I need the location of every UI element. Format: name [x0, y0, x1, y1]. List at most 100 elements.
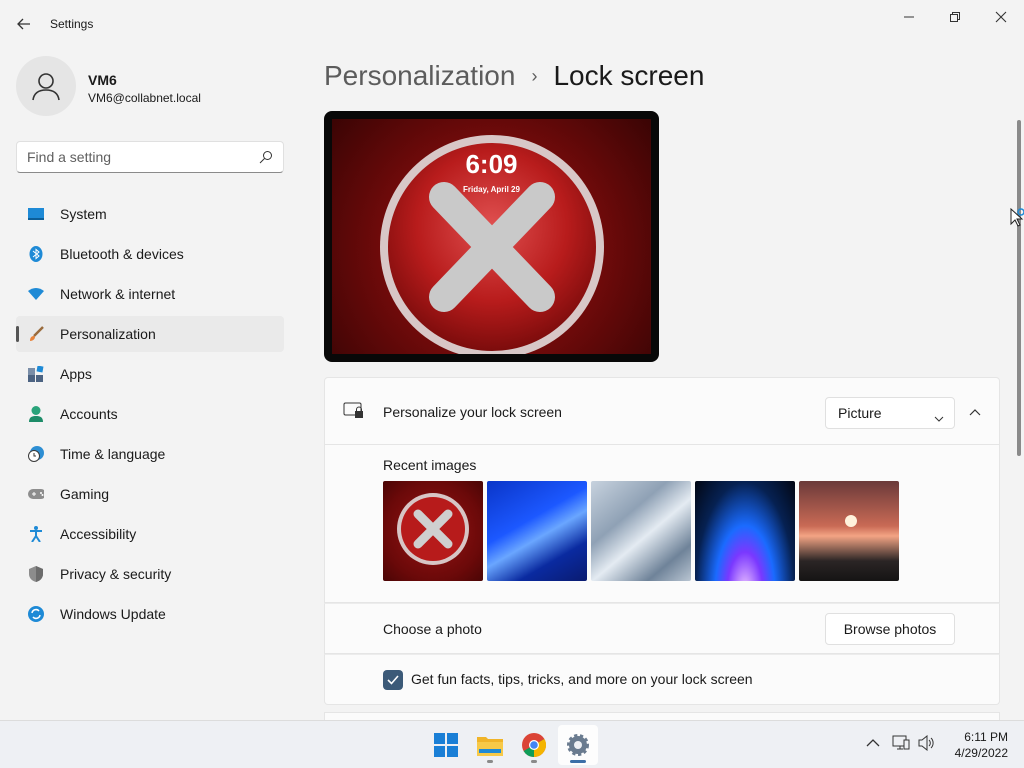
- sidebar-item-accessibility[interactable]: Accessibility: [16, 516, 284, 552]
- search-icon[interactable]: [259, 150, 273, 167]
- windows-start-icon: [434, 733, 458, 757]
- file-explorer-button[interactable]: [470, 725, 510, 765]
- wifi-icon: [28, 286, 44, 302]
- sidebar-item-windows-update[interactable]: Windows Update: [16, 596, 284, 632]
- chevron-up-icon[interactable]: [866, 735, 880, 751]
- sidebar-item-bluetooth[interactable]: Bluetooth & devices: [16, 236, 284, 272]
- user-profile[interactable]: VM6 VM6@collabnet.local: [16, 56, 296, 116]
- sun-icon: [845, 515, 857, 527]
- preview-date: Friday, April 29: [463, 185, 520, 194]
- mouse-cursor-icon: [1010, 207, 1024, 231]
- preview-image: 6:09 Friday, April 29: [332, 119, 651, 354]
- sidebar-item-privacy-security[interactable]: Privacy & security: [16, 556, 284, 592]
- lock-screen-type-dropdown[interactable]: Picture: [825, 397, 955, 429]
- back-arrow-icon: [17, 18, 30, 30]
- sidebar-item-label: Accounts: [60, 406, 118, 422]
- network-icon[interactable]: [892, 735, 910, 754]
- search-input[interactable]: [17, 142, 247, 172]
- accessibility-icon: [28, 526, 44, 542]
- start-button[interactable]: [426, 725, 466, 765]
- chevron-up-icon: [969, 409, 981, 416]
- sidebar-item-label: Accessibility: [60, 526, 137, 542]
- chrome-button[interactable]: [514, 725, 554, 765]
- restore-icon: [950, 12, 960, 22]
- dropdown-value: Picture: [838, 405, 882, 421]
- collapse-button[interactable]: [963, 398, 987, 426]
- lock-screen-preview: 6:09 Friday, April 29: [324, 111, 659, 362]
- browse-photos-button[interactable]: Browse photos: [825, 613, 955, 645]
- title-bar: Settings: [0, 0, 1024, 48]
- sidebar-item-network[interactable]: Network & internet: [16, 276, 284, 312]
- fun-facts-label: Get fun facts, tips, tricks, and more on…: [411, 671, 753, 687]
- sidebar-item-label: Gaming: [60, 486, 110, 502]
- recent-image-thumbnail[interactable]: [695, 481, 795, 581]
- close-icon: [995, 11, 1007, 23]
- recent-images-label: Recent images: [383, 457, 477, 473]
- sidebar-item-label: System: [60, 206, 107, 222]
- fun-facts-checkbox[interactable]: [383, 670, 403, 690]
- breadcrumb-parent[interactable]: Personalization: [324, 60, 515, 92]
- recent-image-thumbnail[interactable]: [591, 481, 691, 581]
- system-icon: [28, 206, 44, 222]
- preview-time: 6:09: [465, 149, 518, 179]
- running-indicator: [487, 760, 493, 763]
- recent-image-thumbnail[interactable]: [487, 481, 587, 581]
- chevron-right-icon: ›: [531, 65, 538, 86]
- sidebar-item-time-language[interactable]: Time & language: [16, 436, 284, 472]
- close-button[interactable]: [978, 4, 1024, 30]
- back-button[interactable]: [12, 12, 36, 36]
- sidebar-item-label: Privacy & security: [60, 566, 172, 582]
- person-icon: [28, 406, 44, 422]
- minimize-icon: [904, 16, 914, 18]
- apps-icon: [28, 366, 44, 382]
- sidebar-item-label: Windows Update: [60, 606, 166, 622]
- sidebar-nav: System Bluetooth & devices Network & int…: [16, 196, 284, 636]
- clock-date: 4/29/2022: [954, 746, 1008, 760]
- choose-photo-label: Choose a photo: [383, 621, 482, 637]
- personalize-lock-screen-row: Personalize your lock screen Picture: [324, 377, 1000, 445]
- sidebar-item-label: Apps: [60, 366, 92, 382]
- sidebar-item-label: Personalization: [60, 326, 156, 342]
- avatar: [16, 56, 76, 116]
- sidebar-item-personalization[interactable]: Personalization: [16, 316, 284, 352]
- recent-images-list: [383, 481, 899, 581]
- restore-button[interactable]: [932, 4, 978, 30]
- error-x-image: [397, 493, 469, 565]
- fun-facts-row: Get fun facts, tips, tricks, and more on…: [324, 654, 1000, 705]
- gamepad-icon: [28, 486, 44, 502]
- sidebar-item-label: Bluetooth & devices: [60, 246, 184, 262]
- sidebar-item-system[interactable]: System: [16, 196, 284, 232]
- choose-photo-row: Choose a photo Browse photos: [324, 603, 1000, 654]
- minimize-button[interactable]: [886, 4, 932, 30]
- shield-icon: [28, 566, 44, 582]
- recent-image-thumbnail[interactable]: [383, 481, 483, 581]
- sidebar-item-label: Time & language: [60, 446, 166, 462]
- user-email: VM6@collabnet.local: [88, 91, 201, 105]
- search-box[interactable]: [16, 141, 284, 173]
- page-title: Lock screen: [553, 60, 705, 91]
- recent-images-section: Recent images: [324, 445, 1000, 603]
- settings-taskbar-button[interactable]: [558, 725, 598, 765]
- sidebar-item-accounts[interactable]: Accounts: [16, 396, 284, 432]
- scrollbar[interactable]: [1017, 120, 1021, 456]
- person-icon: [32, 73, 60, 101]
- bluetooth-icon: [28, 246, 44, 262]
- sidebar-item-gaming[interactable]: Gaming: [16, 476, 284, 512]
- system-clock[interactable]: 6:11 PM 4/29/2022: [946, 729, 1008, 761]
- brush-icon: [28, 326, 44, 342]
- sidebar-item-apps[interactable]: Apps: [16, 356, 284, 392]
- running-indicator: [531, 760, 537, 763]
- volume-icon[interactable]: [918, 734, 936, 754]
- clock-globe-icon: [28, 446, 44, 462]
- personalize-lock-screen-label: Personalize your lock screen: [383, 404, 562, 420]
- running-indicator: [570, 760, 586, 763]
- lock-screen-icon: [343, 402, 365, 423]
- breadcrumb: Personalization › Lock screen: [324, 58, 704, 94]
- settings-icon: [567, 734, 589, 756]
- recent-image-thumbnail[interactable]: [799, 481, 899, 581]
- chevron-down-icon: [934, 409, 944, 425]
- taskbar: 6:11 PM 4/29/2022: [0, 720, 1024, 768]
- user-name: VM6: [88, 72, 117, 88]
- sidebar-item-label: Network & internet: [60, 286, 176, 302]
- update-icon: [28, 606, 44, 622]
